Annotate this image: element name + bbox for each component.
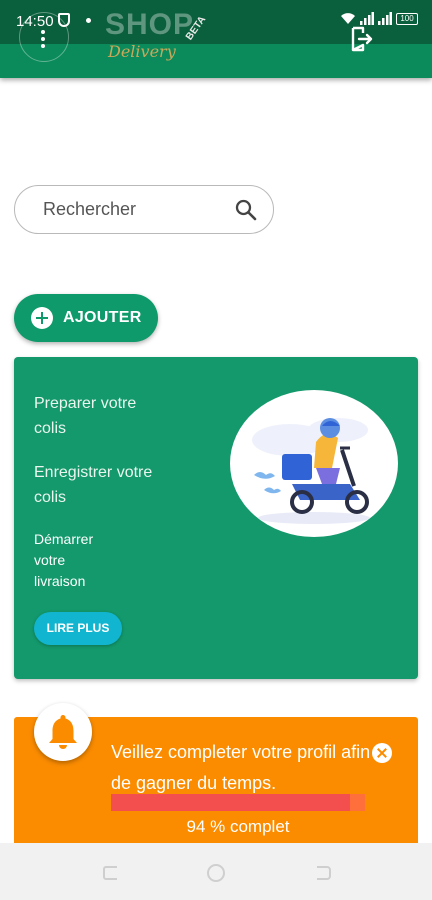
step-prepare: Preparer votre colis: [34, 395, 137, 437]
profile-progress-label: 94 % complet: [186, 817, 290, 836]
close-icon[interactable]: [372, 743, 392, 763]
back-icon[interactable]: [313, 863, 333, 883]
notification-dot-icon: [86, 18, 91, 23]
signal-icon: [360, 12, 374, 25]
search-input[interactable]: [43, 199, 223, 220]
home-icon[interactable]: [206, 863, 226, 883]
delivery-scooter-icon: [252, 418, 370, 524]
info-card: Preparer votre colis Enregistrer votre c…: [14, 357, 418, 679]
add-button-label: AJOUTER: [63, 309, 142, 326]
status-icons: 100: [340, 12, 418, 25]
profile-progress-fill: [111, 794, 350, 811]
add-circle-icon: [31, 307, 53, 329]
logout-icon[interactable]: [350, 26, 374, 52]
profile-message: Veillez completer votre profil afin de g…: [111, 742, 371, 793]
notification-bell-button[interactable]: [34, 703, 92, 761]
more-vert-icon[interactable]: [41, 30, 45, 51]
logo-delivery-text: Delivery: [108, 42, 176, 61]
app-screen: 14:50 100 SHOP Delivery BETA Rechercher …: [0, 0, 432, 900]
logo-shop-text: SHOP: [105, 8, 195, 41]
add-button[interactable]: AJOUTER: [14, 294, 158, 342]
wifi-icon: [341, 13, 355, 24]
battery-icon: 100: [396, 13, 418, 25]
profile-progress-bar: [111, 794, 365, 811]
search-icon[interactable]: [234, 198, 258, 222]
bell-icon: [49, 715, 77, 749]
step-start-delivery: Démarrer votre livraison: [34, 531, 94, 589]
signal-icon: [378, 12, 392, 25]
step-register: Enregistrer votre colis: [34, 464, 153, 506]
search-bar[interactable]: [14, 185, 274, 234]
read-more-button[interactable]: LIRE PLUS: [34, 612, 122, 645]
delivery-scooter-illustration: [230, 390, 398, 537]
app-bar: 14:50 100 SHOP Delivery BETA: [0, 0, 432, 78]
system-nav-bar: [0, 843, 432, 900]
recent-apps-icon[interactable]: [101, 863, 121, 883]
